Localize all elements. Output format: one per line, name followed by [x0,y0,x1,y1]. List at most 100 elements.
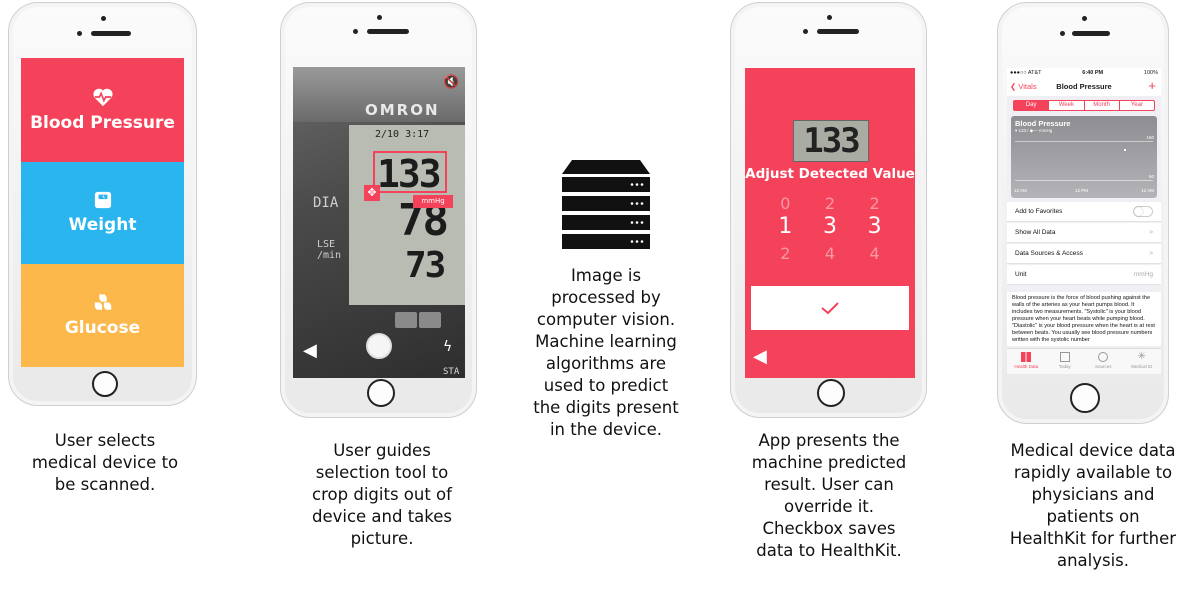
tab-health-data[interactable]: Health Data [1007,349,1046,374]
picker-digit-below[interactable]: 4 [870,244,880,263]
flash-off-icon[interactable]: ϟ [443,339,452,355]
step-5-caption: Medical device data rapidly available to… [1009,441,1177,570]
tile-blood-pressure[interactable]: Blood Pressure [21,58,184,162]
nav-bar: ❮ Vitals Blood Pressure + [1007,78,1161,96]
back-button[interactable]: ❮ Vitals [1010,82,1037,91]
row-data-sources[interactable]: Data Sources & Access > [1007,244,1161,264]
segment-week[interactable]: Week [1048,101,1083,110]
calendar-icon [1059,352,1070,362]
phone-camera-crop: OMRON 2/10 3:17 133 78 73 DIA LSE /min S… [280,2,477,418]
sensor-dot [1060,31,1065,36]
device-brand: OMRON [365,101,440,119]
segment-day[interactable]: Day [1014,101,1049,110]
digit-picker[interactable]: 0 2 2 1 3 3 2 4 4 [745,194,915,274]
sensor-dot [803,29,808,34]
chevron-right-icon: > [1149,250,1153,257]
home-button[interactable] [92,371,118,397]
asterisk-icon: ✳ [1137,351,1146,362]
row-show-all-data[interactable]: Show All Data > [1007,223,1161,243]
home-button[interactable] [367,379,395,407]
picker-digit-above[interactable]: 0 [780,194,790,213]
phone-healthkit: ●●●○○ AT&T 6:40 PM 100% ❮ Vitals Blood P… [997,2,1169,424]
picker-digit-selected[interactable]: 3 [823,214,837,239]
favorites-toggle[interactable] [1133,206,1153,217]
adjust-value-screen: 133 Adjust Detected Value 0 2 2 1 3 3 2 … [745,68,915,378]
crop-selection-box[interactable] [373,151,447,193]
phone-adjust-value: 133 Adjust Detected Value 0 2 2 1 3 3 2 … [730,2,927,418]
front-camera [1082,16,1087,21]
pulse-label: LSE /min [317,239,342,261]
row-label: Add to Favorites [1015,208,1063,215]
picker-digit-below[interactable]: 4 [825,244,835,263]
front-camera [377,15,382,20]
step-4-caption: App presents the machine predicted resul… [751,431,907,560]
tile-label: Weight [68,215,137,235]
detected-value-crop: 133 [793,120,869,162]
speaker [367,29,409,34]
bp-description: Blood pressure is the force of blood pus… [1007,292,1161,346]
mute-icon[interactable]: 🔇 [443,75,459,90]
shutter-button[interactable] [366,333,392,359]
sensor-dot [353,29,358,34]
tab-label: Today [1058,364,1071,369]
row-add-to-favorites[interactable]: Add to Favorites [1007,202,1161,222]
tab-sources[interactable]: Sources [1084,349,1123,374]
tab-today[interactable]: Today [1046,349,1085,374]
tab-label: Medical ID [1131,364,1153,369]
chart-title: Blood Pressure [1015,119,1071,128]
tab-medical-id[interactable]: ✳ Medical ID [1123,349,1162,374]
picker-digit-selected[interactable]: 3 [868,214,882,239]
chart-gridline [1015,141,1153,142]
home-button[interactable] [1070,383,1100,413]
picker-digit-selected[interactable]: 1 [778,214,792,239]
tab-bar: Health Data Today Sources ✳ Medical ID [1007,348,1161,374]
add-button[interactable]: + [1148,78,1156,93]
crop-move-handle[interactable]: ✥ [364,185,380,201]
scale-icon [94,191,111,209]
save-checkmark-button[interactable] [751,286,909,330]
device-start-label: STA [443,367,460,377]
clock: 6:40 PM [1082,70,1104,76]
download-icon [1098,352,1109,362]
adjust-title: Adjust Detected Value [745,166,915,182]
segment-month[interactable]: Month [1083,101,1119,110]
segment-year[interactable]: Year [1118,101,1154,110]
detected-value-text: 133 [803,121,860,161]
server-icon [562,160,650,249]
tile-glucose[interactable]: Glucose [21,264,184,367]
tile-label: Glucose [64,318,141,338]
device-arrow-left [395,312,417,328]
healthkit-screen: ●●●○○ AT&T 6:40 PM 100% ❮ Vitals Blood P… [1007,68,1161,374]
bp-chart-card[interactable]: Blood Pressure ▾ 133 / ◆— mmHg 160 60 12… [1011,116,1157,198]
grid-icon [1021,352,1032,362]
row-unit[interactable]: Unit mmHg [1007,265,1161,285]
picker-digit-above[interactable]: 2 [870,194,880,213]
picker-digit-below[interactable]: 2 [780,244,790,263]
sensor-dot [77,31,82,36]
device-arrow-right [419,312,441,328]
step-1-caption: User selects medical device to be scanne… [31,431,179,494]
tile-weight[interactable]: Weight [21,162,184,264]
device-select-screen: Blood Pressure Weight Glucose [21,58,184,367]
segment-control: Day Week Month Year [1013,100,1155,111]
dia-label: DIA [313,195,339,211]
home-button[interactable] [817,379,845,407]
picker-digit-above[interactable]: 2 [825,194,835,213]
row-label: Show All Data [1015,229,1056,236]
back-arrow-icon[interactable]: ◀ [753,346,767,367]
unit-value: mmHg [1133,271,1153,278]
tab-label: Sources [1094,364,1112,369]
chart-x-label: 12 AM [1141,188,1154,193]
cubes-icon [94,294,111,310]
front-camera [101,16,106,21]
back-label: Vitals [1018,82,1037,91]
tab-label: Health Data [1014,364,1039,369]
tile-label: Blood Pressure [30,113,175,133]
carrier: ●●●○○ AT&T [1010,70,1042,76]
speaker [817,29,859,34]
chart-y-max: 160 [1146,135,1154,140]
chevron-right-icon: > [1149,229,1153,236]
row-label: Unit [1015,271,1027,278]
back-arrow-icon[interactable]: ◀ [303,340,317,361]
phone-select-device: Blood Pressure Weight Glucose [8,2,197,406]
